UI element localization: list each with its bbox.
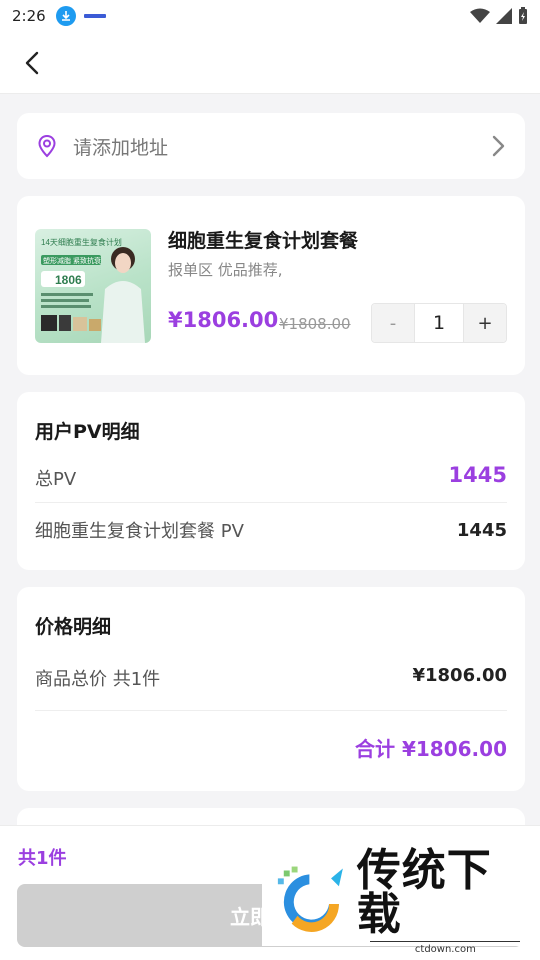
quantity-value[interactable]: 1 [414, 304, 464, 342]
product-card: 14天细胞重生复食计划 塑形减脂 紧致抗衰 1806 细胞重生复食计划套餐 报单… [17, 196, 525, 375]
product-subtitle: 报单区 优品推荐, [168, 261, 283, 279]
goods-total-value: ¥1806.00 [412, 665, 507, 686]
price-detail-card: 价格明细 商品总价 共1件 ¥1806.00 合计 ¥1806.00 [17, 587, 525, 791]
quantity-stepper: - 1 + [371, 303, 507, 343]
signal-icon [496, 8, 512, 24]
pv-detail-card: 用户PV明细 总PV 1445 细胞重生复食计划套餐 PV 1445 [17, 392, 525, 570]
chevron-right-icon [492, 135, 505, 157]
app-logo-icon [83, 14, 106, 18]
order-total: 合计 ¥1806.00 [355, 737, 507, 761]
watermark-title: 传统下载 [356, 845, 492, 940]
product-title: 细胞重生复食计划套餐 [168, 230, 359, 252]
download-icon [55, 6, 76, 26]
decrement-button[interactable]: - [372, 304, 414, 342]
pv-total-label: 总PV [35, 469, 77, 490]
goods-total-label: 商品总价 共1件 [35, 669, 161, 690]
wifi-icon [470, 8, 490, 23]
nav-bar [0, 32, 540, 94]
product-image: 14天细胞重生复食计划 塑形减脂 紧致抗衰 1806 [35, 229, 151, 343]
status-icons [470, 7, 528, 25]
ctdown-logo-icon [277, 866, 343, 932]
pv-total-value: 1445 [448, 463, 507, 487]
increment-button[interactable]: + [464, 304, 506, 342]
address-placeholder: 请添加地址 [73, 136, 169, 159]
product-original-price: ¥1808.00 [279, 315, 351, 333]
divider [35, 502, 507, 503]
battery-icon [519, 7, 527, 24]
location-pin-icon [38, 134, 56, 158]
pv-item-label: 细胞重生复食计划套餐 PV [35, 521, 244, 542]
watermark-url: ctdown.com [370, 941, 521, 955]
address-selector[interactable]: 请添加地址 [17, 113, 525, 179]
svg-text:1806: 1806 [55, 273, 82, 287]
pv-item-value: 1445 [456, 520, 507, 541]
svg-text:14天细胞重生复食计划: 14天细胞重生复食计划 [41, 237, 122, 247]
svg-text:塑形减脂 紧致抗衰: 塑形减脂 紧致抗衰 [43, 256, 101, 265]
pv-detail-title: 用户PV明细 [35, 421, 140, 443]
item-count: 共1件 [18, 848, 67, 869]
price-detail-title: 价格明细 [35, 616, 112, 638]
product-price: ¥1806.00 [168, 308, 279, 332]
watermark: 传统下载 ctdown.com [262, 849, 534, 955]
status-bar: 2:26 [0, 0, 540, 32]
back-button[interactable] [18, 48, 48, 78]
status-time: 2:26 [12, 7, 46, 25]
divider [35, 710, 507, 711]
